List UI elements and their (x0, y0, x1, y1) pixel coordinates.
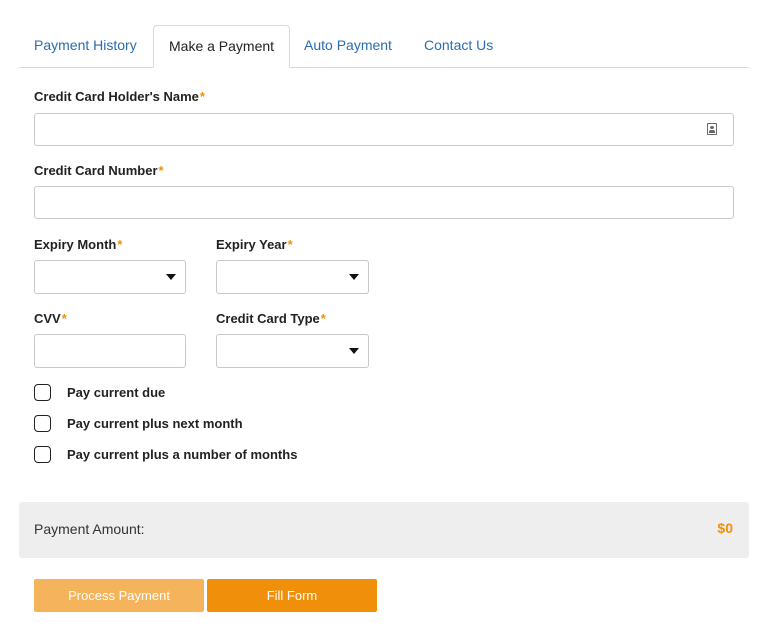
required-marker: * (320, 311, 326, 326)
process-payment-button[interactable]: Process Payment (34, 579, 204, 612)
caret-down-icon (349, 274, 359, 280)
expiry-year-label-text: Expiry Year (216, 237, 287, 252)
holder-name-label: Credit Card Holder's Name* (34, 89, 205, 104)
caret-down-icon (349, 348, 359, 354)
card-number-label-text: Credit Card Number (34, 163, 158, 178)
option-label: Pay current plus a number of months (67, 447, 298, 462)
tab-bar: Payment History Make a Payment Auto Paym… (19, 25, 749, 68)
cvv-label-text: CVV (34, 311, 61, 326)
card-number-input[interactable] (34, 186, 734, 219)
expiry-month-select[interactable] (34, 260, 186, 294)
fill-form-button[interactable]: Fill Form (207, 579, 377, 612)
checkbox[interactable] (34, 415, 51, 432)
contact-card-icon[interactable] (707, 123, 717, 135)
checkbox[interactable] (34, 446, 51, 463)
required-marker: * (287, 237, 293, 252)
tab-contact-us[interactable]: Contact Us (424, 25, 493, 66)
option-label: Pay current plus next month (67, 416, 243, 431)
option-label: Pay current due (67, 385, 166, 400)
expiry-year-label: Expiry Year* (216, 237, 293, 252)
holder-name-label-text: Credit Card Holder's Name (34, 89, 199, 104)
expiry-year-select[interactable] (216, 260, 369, 294)
expiry-month-label: Expiry Month* (34, 237, 122, 252)
tab-auto-payment[interactable]: Auto Payment (304, 25, 392, 66)
required-marker: * (117, 237, 123, 252)
expiry-month-label-text: Expiry Month (34, 237, 117, 252)
card-type-label: Credit Card Type* (216, 311, 326, 326)
cvv-input[interactable] (34, 334, 186, 368)
card-number-label: Credit Card Number* (34, 163, 164, 178)
required-marker: * (199, 89, 205, 104)
payment-amount-panel: Payment Amount: $0 (19, 502, 749, 558)
payment-amount-label: Payment Amount: (34, 521, 145, 537)
payment-amount-value: $0 (717, 520, 733, 536)
caret-down-icon (166, 274, 176, 280)
required-marker: * (61, 311, 67, 326)
tab-make-a-payment[interactable]: Make a Payment (153, 25, 291, 68)
holder-name-input[interactable] (34, 113, 734, 146)
checkbox[interactable] (34, 384, 51, 401)
cvv-label: CVV* (34, 311, 67, 326)
tab-payment-history[interactable]: Payment History (34, 25, 137, 66)
card-type-select[interactable] (216, 334, 369, 368)
required-marker: * (158, 163, 164, 178)
card-type-label-text: Credit Card Type (216, 311, 320, 326)
